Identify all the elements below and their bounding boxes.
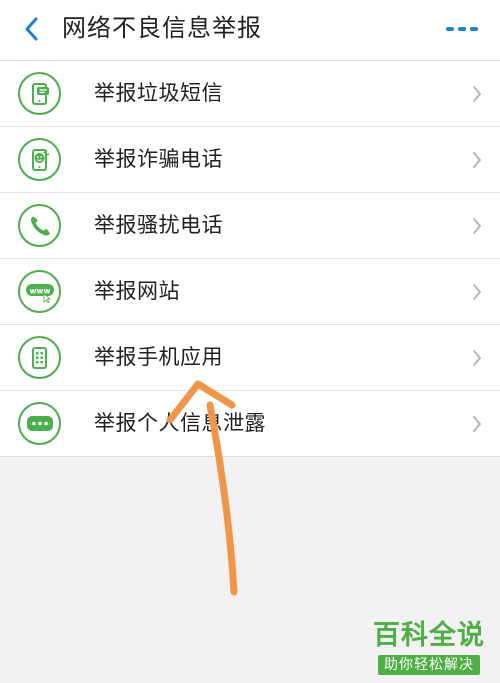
icon-badge (18, 72, 61, 115)
watermark-subtitle: 助你轻松解决 (378, 655, 480, 675)
fraud-phone-icon (31, 148, 49, 171)
menu-item-report-fraud-call[interactable]: 举报诈骗电话 (0, 127, 500, 193)
icon-badge (18, 204, 61, 247)
report-menu-list: 举报垃圾短信 举报诈骗电话 举报骚扰电话 www 举报网站 举报手机应用 举报个… (0, 61, 500, 457)
chevron-right-icon (470, 215, 484, 237)
menu-item-label: 举报垃圾短信 (94, 81, 223, 105)
chevron-right-icon (470, 281, 484, 303)
menu-item-label: 举报手机应用 (94, 345, 223, 369)
menu-item-report-mobile-app[interactable]: 举报手机应用 (0, 325, 500, 391)
menu-item-report-personal-info-leak[interactable]: 举报个人信息泄露 (0, 391, 500, 457)
chevron-right-icon (470, 413, 484, 435)
menu-item-label: 举报骚扰电话 (94, 213, 223, 237)
icon-badge (18, 402, 61, 445)
back-button[interactable] (14, 11, 50, 47)
icon-badge: www (18, 270, 61, 313)
menu-item-label: 举报诈骗电话 (94, 147, 223, 171)
more-button[interactable] (442, 17, 482, 41)
mobile-app-icon (31, 346, 47, 369)
menu-item-report-spam-sms[interactable]: 举报垃圾短信 (0, 61, 500, 127)
sms-phone-icon (31, 82, 49, 105)
chat-dots-icon (26, 415, 53, 431)
svg-text:www: www (29, 286, 50, 295)
www-website-icon: www (25, 283, 54, 303)
menu-item-report-website[interactable]: www 举报网站 (0, 259, 500, 325)
phone-handset-icon (30, 216, 50, 235)
watermark: 百科全说 助你轻松解决 (370, 619, 488, 675)
chevron-right-icon (470, 83, 484, 105)
menu-item-label: 举报个人信息泄露 (94, 411, 266, 435)
icon-badge (18, 336, 61, 379)
chevron-right-icon (470, 149, 484, 171)
menu-item-label: 举报网站 (94, 279, 180, 303)
page-title: 网络不良信息举报 (62, 14, 262, 42)
chevron-left-icon (25, 17, 38, 41)
top-bar: 网络不良信息举报 (0, 0, 500, 61)
icon-badge (18, 138, 61, 181)
more-dots-icon (446, 27, 478, 31)
chevron-right-icon (470, 347, 484, 369)
watermark-title: 百科全说 (373, 620, 485, 651)
menu-item-report-harassment-call[interactable]: 举报骚扰电话 (0, 193, 500, 259)
